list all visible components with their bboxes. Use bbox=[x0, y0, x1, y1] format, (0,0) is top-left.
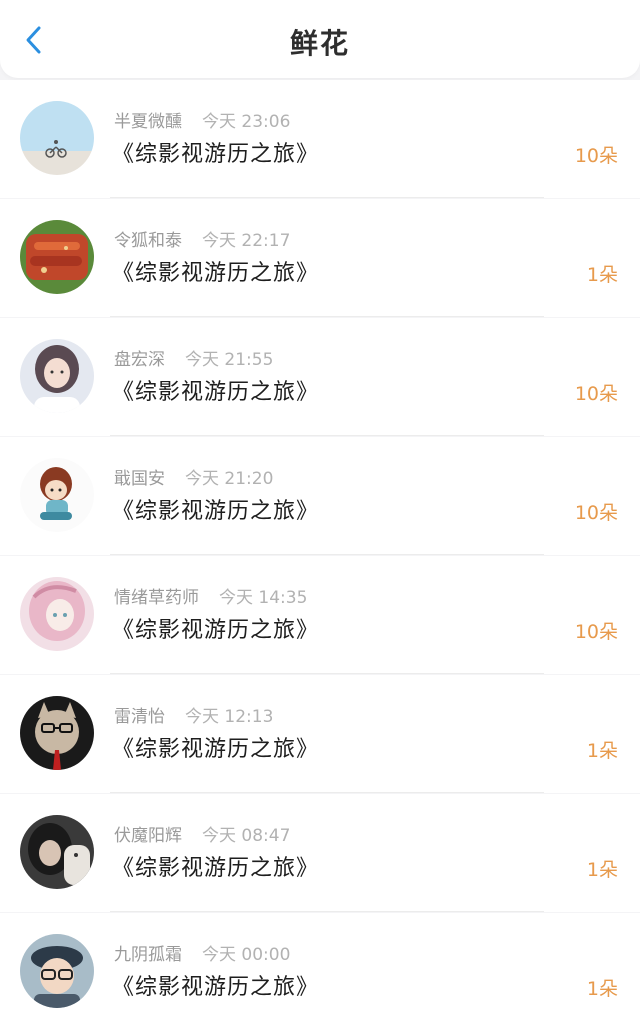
avatar[interactable] bbox=[20, 577, 94, 651]
divider bbox=[110, 197, 544, 198]
user-name[interactable]: 伏魔阳辉 bbox=[114, 826, 182, 846]
item-meta: 伏魔阳辉 今天 08:47 bbox=[114, 821, 290, 846]
timestamp: 今天 00:00 bbox=[202, 945, 291, 965]
user-name[interactable]: 戢国安 bbox=[114, 469, 165, 489]
avatar[interactable] bbox=[20, 339, 94, 413]
timestamp: 今天 21:20 bbox=[185, 469, 274, 489]
flower-list: 半夏微醺 今天 23:06 《综影视游历之旅》 10朵 令狐和泰 今天 22:17 … bbox=[0, 80, 640, 1031]
book-title[interactable]: 《综影视游历之旅》 bbox=[112, 374, 319, 406]
book-title[interactable]: 《综影视游历之旅》 bbox=[112, 850, 319, 882]
timestamp: 今天 23:06 bbox=[202, 112, 291, 132]
list-item[interactable]: 九阴孤霜 今天 00:00 《综影视游历之旅》 1朵 bbox=[0, 913, 640, 1031]
list-item[interactable]: 戢国安 今天 21:20 《综影视游历之旅》 10朵 bbox=[0, 437, 640, 555]
user-name[interactable]: 雷清怡 bbox=[114, 707, 165, 727]
list-item[interactable]: 雷清怡 今天 12:13 《综影视游历之旅》 1朵 bbox=[0, 675, 640, 793]
divider bbox=[110, 911, 544, 912]
flower-count: 1朵 bbox=[586, 740, 618, 762]
timestamp: 今天 22:17 bbox=[202, 231, 291, 251]
user-name[interactable]: 令狐和泰 bbox=[114, 231, 182, 251]
flower-count: 1朵 bbox=[586, 264, 618, 286]
item-meta: 半夏微醺 今天 23:06 bbox=[114, 107, 290, 132]
list-item[interactable]: 盘宏深 今天 21:55 《综影视游历之旅》 10朵 bbox=[0, 318, 640, 436]
book-title[interactable]: 《综影视游历之旅》 bbox=[112, 969, 319, 1001]
list-item[interactable]: 情绪草药师 今天 14:35 《综影视游历之旅》 10朵 bbox=[0, 556, 640, 674]
top-bar: 鲜花 bbox=[0, 0, 640, 78]
flower-count: 10朵 bbox=[574, 621, 618, 643]
divider bbox=[110, 792, 544, 793]
timestamp: 今天 12:13 bbox=[185, 707, 274, 727]
avatar[interactable] bbox=[20, 696, 94, 770]
list-item[interactable]: 半夏微醺 今天 23:06 《综影视游历之旅》 10朵 bbox=[0, 80, 640, 198]
flower-count: 10朵 bbox=[574, 383, 618, 405]
book-title[interactable]: 《综影视游历之旅》 bbox=[112, 136, 319, 168]
avatar[interactable] bbox=[20, 101, 94, 175]
item-meta: 情绪草药师 今天 14:35 bbox=[114, 583, 307, 608]
flower-count: 10朵 bbox=[574, 502, 618, 524]
avatar[interactable] bbox=[20, 934, 94, 1008]
item-meta: 令狐和泰 今天 22:17 bbox=[114, 226, 290, 251]
book-title[interactable]: 《综影视游历之旅》 bbox=[112, 493, 319, 525]
list-item[interactable]: 令狐和泰 今天 22:17 《综影视游历之旅》 1朵 bbox=[0, 199, 640, 317]
flower-count: 10朵 bbox=[574, 145, 618, 167]
book-title[interactable]: 《综影视游历之旅》 bbox=[112, 255, 319, 287]
user-name[interactable]: 半夏微醺 bbox=[114, 112, 182, 132]
divider bbox=[110, 673, 544, 674]
divider bbox=[110, 554, 544, 555]
book-title[interactable]: 《综影视游历之旅》 bbox=[112, 731, 319, 763]
flower-count: 1朵 bbox=[586, 859, 618, 881]
item-meta: 盘宏深 今天 21:55 bbox=[114, 345, 273, 370]
divider bbox=[110, 435, 544, 436]
item-meta: 戢国安 今天 21:20 bbox=[114, 464, 273, 489]
avatar[interactable] bbox=[20, 815, 94, 889]
divider bbox=[110, 316, 544, 317]
timestamp: 今天 08:47 bbox=[202, 826, 291, 846]
book-title[interactable]: 《综影视游历之旅》 bbox=[112, 612, 319, 644]
user-name[interactable]: 九阴孤霜 bbox=[114, 945, 182, 965]
timestamp: 今天 14:35 bbox=[219, 588, 308, 608]
user-name[interactable]: 情绪草药师 bbox=[114, 588, 199, 608]
timestamp: 今天 21:55 bbox=[185, 350, 274, 370]
avatar[interactable] bbox=[20, 458, 94, 532]
list-item[interactable]: 伏魔阳辉 今天 08:47 《综影视游历之旅》 1朵 bbox=[0, 794, 640, 912]
item-meta: 雷清怡 今天 12:13 bbox=[114, 702, 273, 727]
avatar[interactable] bbox=[20, 220, 94, 294]
item-meta: 九阴孤霜 今天 00:00 bbox=[114, 940, 290, 965]
user-name[interactable]: 盘宏深 bbox=[114, 350, 165, 370]
flower-count: 1朵 bbox=[586, 978, 618, 1000]
page-title: 鲜花 bbox=[289, 27, 350, 60]
